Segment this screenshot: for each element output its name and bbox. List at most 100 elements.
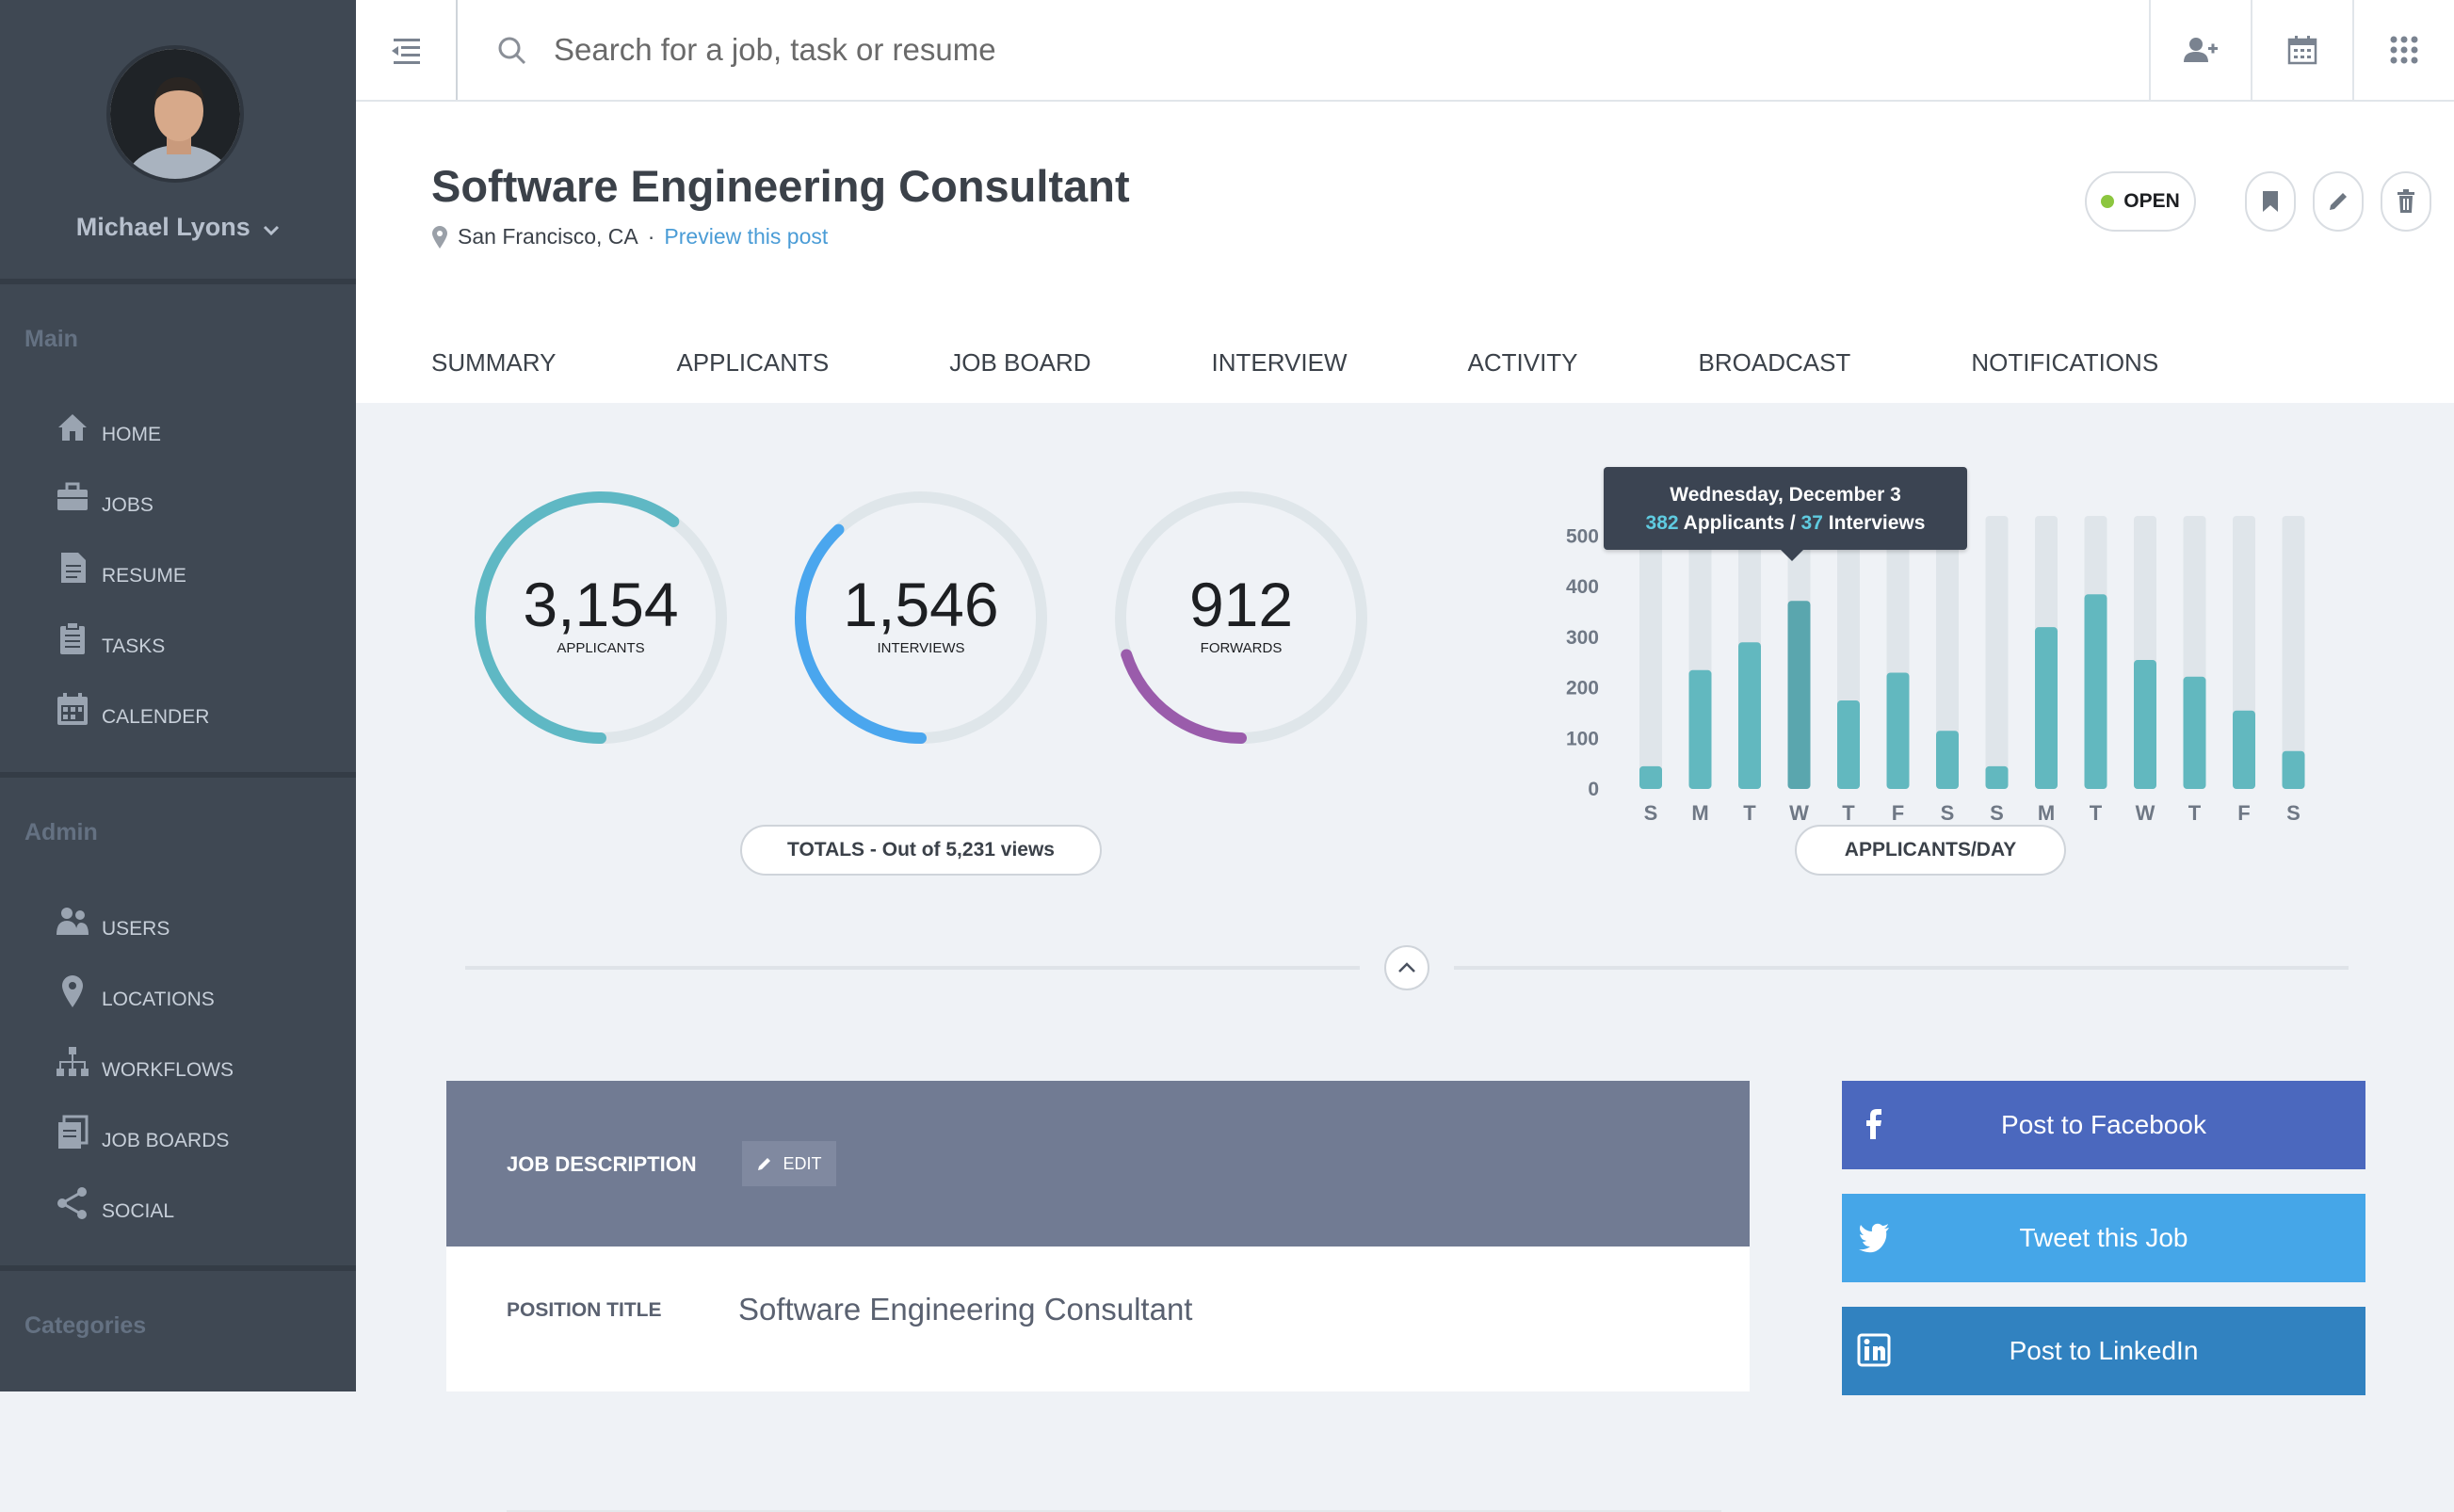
chevron-down-icon xyxy=(263,214,280,243)
bookmark-icon xyxy=(2263,191,2278,212)
section-heading-main: Main xyxy=(24,326,78,352)
sidebar-item-resume[interactable]: RESUME xyxy=(55,546,337,593)
bar[interactable] xyxy=(2134,660,2156,789)
add-user-icon xyxy=(2184,38,2218,62)
tab-notifications[interactable]: NOTIFICATIONS xyxy=(1971,348,2158,386)
forwards-ring: 912 FORWARDS xyxy=(1113,490,1369,746)
bar-track xyxy=(1639,516,1662,789)
sidebar-item-users[interactable]: USERS xyxy=(55,899,337,946)
user-name: Michael Lyons xyxy=(75,213,250,241)
bar[interactable] xyxy=(1837,700,1860,789)
job-location: San Francisco, CA xyxy=(458,224,638,249)
applicants-per-day-button[interactable]: APPLICANTS/DAY xyxy=(1795,825,2066,876)
bar[interactable] xyxy=(1787,601,1811,789)
tooltip-interviews-label: Interviews xyxy=(1828,512,1926,534)
sidebar-item-label: TASKS xyxy=(102,635,166,657)
job-location-line: San Francisco, CA · Preview this post xyxy=(431,224,828,249)
bar-track xyxy=(1985,516,2009,789)
delete-job-button[interactable] xyxy=(2381,171,2431,232)
bar[interactable] xyxy=(1639,765,1662,789)
tooltip-values: 382 Applicants / 37 Interviews xyxy=(1604,512,1967,535)
search-input[interactable] xyxy=(554,26,2060,73)
post-to-facebook-button[interactable]: Post to Facebook xyxy=(1842,1081,2365,1169)
users-icon xyxy=(57,908,89,935)
sidebar-divider xyxy=(0,772,356,778)
edit-description-button[interactable]: EDIT xyxy=(742,1141,836,1186)
post-to-linkedin-button[interactable]: Post to LinkedIn xyxy=(1842,1307,2365,1395)
job-description-card: JOB DESCRIPTION EDIT POSITION TITLE Soft… xyxy=(446,1081,1750,1512)
tab-job-board[interactable]: JOB BOARD xyxy=(949,348,1090,386)
job-header: Software Engineering Consultant San Fran… xyxy=(356,102,2454,403)
x-tick-label: W xyxy=(1789,801,1809,825)
x-tick-label: F xyxy=(1892,801,1904,825)
x-tick-label: S xyxy=(1941,801,1955,825)
sidebar-item-home[interactable]: HOME xyxy=(55,405,337,452)
tweet-job-button[interactable]: Tweet this Job xyxy=(1842,1194,2365,1282)
status-badge[interactable]: OPEN xyxy=(2085,171,2196,232)
tab-interview[interactable]: INTERVIEW xyxy=(1212,348,1348,386)
bar[interactable] xyxy=(2282,750,2305,789)
sidebar-item-tasks[interactable]: TASKS xyxy=(55,617,337,664)
tab-applicants[interactable]: APPLICANTS xyxy=(676,348,829,386)
preview-post-link[interactable]: Preview this post xyxy=(664,224,828,249)
bar[interactable] xyxy=(2035,627,2058,789)
separator-dot: · xyxy=(647,224,655,249)
position-title-label: POSITION TITLE xyxy=(507,1299,662,1321)
job-tabs: SUMMARY APPLICANTS JOB BOARD INTERVIEW A… xyxy=(431,348,2279,386)
bar[interactable] xyxy=(1936,731,1959,789)
sidebar-item-social[interactable]: SOCIAL xyxy=(55,1182,337,1229)
facebook-label: Post to Facebook xyxy=(2001,1110,2206,1139)
section-heading-admin: Admin xyxy=(24,819,98,845)
sidebar-item-label: JOBS xyxy=(102,494,153,516)
sidebar-item-label: RESUME xyxy=(102,565,186,587)
menu-toggle-button[interactable] xyxy=(356,0,458,100)
bar[interactable] xyxy=(2233,710,2255,789)
add-user-button[interactable] xyxy=(2149,0,2251,100)
tab-broadcast[interactable]: BROADCAST xyxy=(1699,348,1851,386)
position-title-value[interactable]: Software Engineering Consultant xyxy=(738,1292,1192,1327)
bar[interactable] xyxy=(1886,672,1910,789)
bookmark-button[interactable] xyxy=(2245,171,2296,232)
sidebar-item-label: CALENDER xyxy=(102,706,210,728)
interviews-label: INTERVIEWS xyxy=(877,640,965,656)
briefcase-icon xyxy=(57,482,88,510)
sidebar-item-label: JOB BOARDS xyxy=(102,1130,230,1151)
apps-grid-icon xyxy=(2390,36,2418,64)
avatar[interactable] xyxy=(106,45,244,183)
sidebar-item-workflows[interactable]: WORKFLOWS xyxy=(55,1040,337,1087)
x-tick-label: M xyxy=(2038,801,2055,825)
sidebar-item-calender[interactable]: CALENDER xyxy=(55,687,337,734)
sidebar: Michael Lyons Main HOME JOBS RESUME TASK… xyxy=(0,0,356,1391)
twitter-icon xyxy=(1859,1223,1889,1253)
sidebar-divider xyxy=(0,1265,356,1271)
bar[interactable] xyxy=(2183,676,2206,789)
menu-collapse-icon xyxy=(392,39,420,64)
edit-job-button[interactable] xyxy=(2313,171,2364,232)
x-tick-label: M xyxy=(1691,801,1708,825)
x-tick-label: T xyxy=(2090,801,2103,825)
bar[interactable] xyxy=(1688,669,1712,789)
interviews-count: 1,546 xyxy=(843,570,999,639)
bar[interactable] xyxy=(1985,765,2009,789)
y-tick-label: 500 xyxy=(1566,525,1599,547)
bar[interactable] xyxy=(1738,642,1761,789)
job-description-body: POSITION TITLE Software Engineering Cons… xyxy=(446,1247,1750,1512)
apps-button[interactable] xyxy=(2352,0,2454,100)
x-tick-label: S xyxy=(1644,801,1658,825)
bar[interactable] xyxy=(2084,594,2107,789)
forwards-count: 912 xyxy=(1188,570,1294,639)
tab-activity[interactable]: ACTIVITY xyxy=(1468,348,1578,386)
sidebar-item-job-boards[interactable]: JOB BOARDS xyxy=(55,1111,337,1158)
collapse-toggle-button[interactable] xyxy=(1384,945,1429,990)
facebook-icon xyxy=(1866,1109,1881,1139)
calendar-button[interactable] xyxy=(2251,0,2352,100)
user-name-menu[interactable]: Michael Lyons xyxy=(0,213,356,243)
status-dot xyxy=(2101,195,2115,208)
totals-button[interactable]: TOTALS - Out of 5,231 views xyxy=(740,825,1102,876)
home-icon xyxy=(58,414,87,441)
hierarchy-icon xyxy=(57,1047,89,1076)
sidebar-item-jobs[interactable]: JOBS xyxy=(55,475,337,523)
sidebar-item-locations[interactable]: LOCATIONS xyxy=(55,970,337,1017)
pencil-icon xyxy=(2330,193,2347,210)
tab-summary[interactable]: SUMMARY xyxy=(431,348,556,386)
